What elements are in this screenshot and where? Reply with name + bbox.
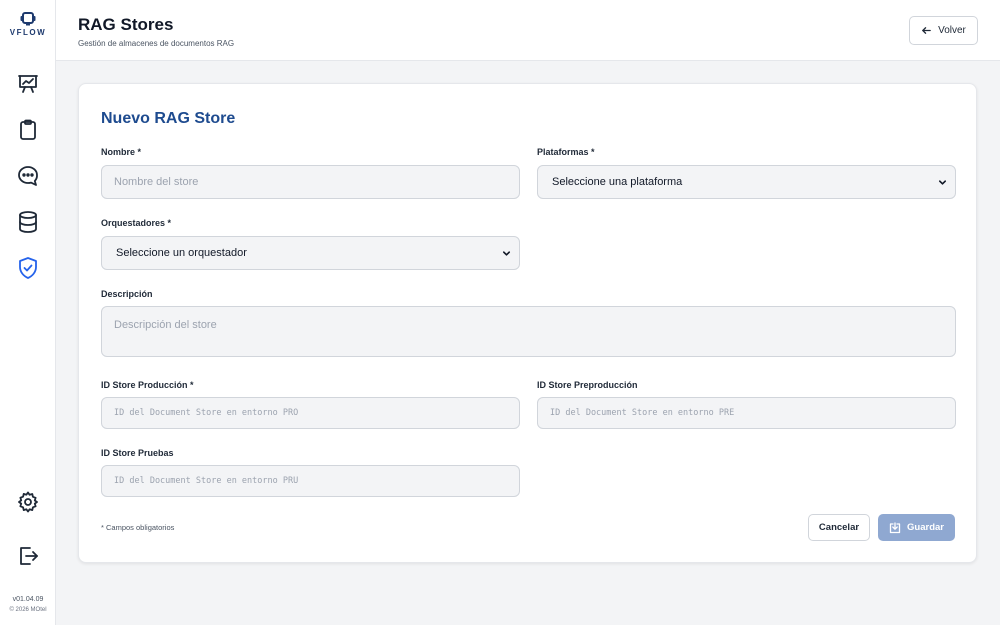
- nombre-label: Nombre *: [101, 147, 142, 157]
- logo-text: VFLOW: [9, 28, 47, 37]
- header: RAG Stores Gestión de almacenes de docum…: [56, 0, 1000, 61]
- form-card: Nuevo RAG Store Nombre * Nombre del stor…: [78, 83, 977, 563]
- plataformas-value: Seleccione una plataforma: [552, 176, 683, 188]
- id-pruebas-label: ID Store Pruebas: [101, 448, 174, 458]
- plataformas-select[interactable]: Seleccione una plataforma: [537, 165, 956, 199]
- plataformas-label: Plataformas *: [537, 147, 595, 157]
- page-subtitle: Gestión de almacenes de documentos RAG: [78, 39, 235, 48]
- sidebar: VFLOW v01.04.09 © 2026 MOtel: [0, 0, 56, 625]
- copyright: © 2026 MOtel: [9, 607, 47, 613]
- presentation-chart-icon: [18, 75, 38, 93]
- nombre-input[interactable]: Nombre del store: [101, 165, 520, 199]
- nombre-placeholder: Nombre del store: [114, 176, 199, 188]
- app-logo[interactable]: VFLOW: [0, 12, 56, 37]
- cancel-button-label: Cancelar: [818, 522, 860, 533]
- id-preproduccion-placeholder: ID del Document Store en entorno PRE: [550, 408, 735, 418]
- back-button-label: Volver: [938, 25, 966, 36]
- chat-bubble-icon: [18, 166, 38, 186]
- orquestadores-select[interactable]: Seleccione un orquestador: [101, 236, 520, 270]
- sidebar-item-security[interactable]: [16, 256, 40, 280]
- id-produccion-placeholder: ID del Document Store en entorno PRO: [114, 408, 299, 418]
- sidebar-item-database[interactable]: [16, 210, 40, 234]
- app-version: v01.04.09: [12, 596, 44, 603]
- logout-button[interactable]: [16, 544, 40, 568]
- id-produccion-label: ID Store Producción *: [101, 380, 194, 390]
- save-download-icon: [889, 521, 901, 533]
- database-icon: [19, 211, 37, 233]
- descripcion-textarea[interactable]: Descripción del store: [101, 306, 956, 357]
- id-preproduccion-input[interactable]: ID del Document Store en entorno PRE: [537, 397, 956, 429]
- sidebar-item-chat[interactable]: [16, 164, 40, 188]
- vflow-logo-icon: [20, 12, 36, 26]
- shield-check-icon: [19, 257, 37, 279]
- clipboard-icon: [20, 119, 36, 140]
- settings-button[interactable]: [16, 490, 40, 514]
- orquestadores-label: Orquestadores *: [101, 218, 172, 228]
- id-pruebas-input[interactable]: ID del Document Store en entorno PRU: [101, 465, 520, 497]
- save-button-label: Guardar: [907, 522, 944, 533]
- save-button[interactable]: Guardar: [878, 514, 955, 541]
- orquestadores-value: Seleccione un orquestador: [116, 247, 247, 259]
- sidebar-item-dashboard[interactable]: [16, 72, 40, 96]
- descripcion-placeholder: Descripción del store: [114, 319, 217, 331]
- chevron-down-icon: [938, 179, 947, 185]
- id-produccion-input[interactable]: ID del Document Store en entorno PRO: [101, 397, 520, 429]
- gear-icon: [18, 491, 38, 513]
- form-title: Nuevo RAG Store: [101, 110, 236, 127]
- sidebar-item-clipboard[interactable]: [16, 118, 40, 142]
- logout-icon: [20, 547, 38, 565]
- page-title: RAG Stores: [78, 15, 174, 34]
- chevron-down-icon: [502, 250, 511, 256]
- id-preproduccion-label: ID Store Preproducción: [537, 380, 638, 390]
- cancel-button[interactable]: Cancelar: [808, 514, 870, 541]
- arrow-left-icon: [922, 27, 931, 34]
- descripcion-label: Descripción: [101, 289, 153, 299]
- id-pruebas-placeholder: ID del Document Store en entorno PRU: [114, 476, 299, 486]
- required-fields-note: * Campos obligatorios: [101, 523, 175, 532]
- back-button[interactable]: Volver: [909, 16, 978, 45]
